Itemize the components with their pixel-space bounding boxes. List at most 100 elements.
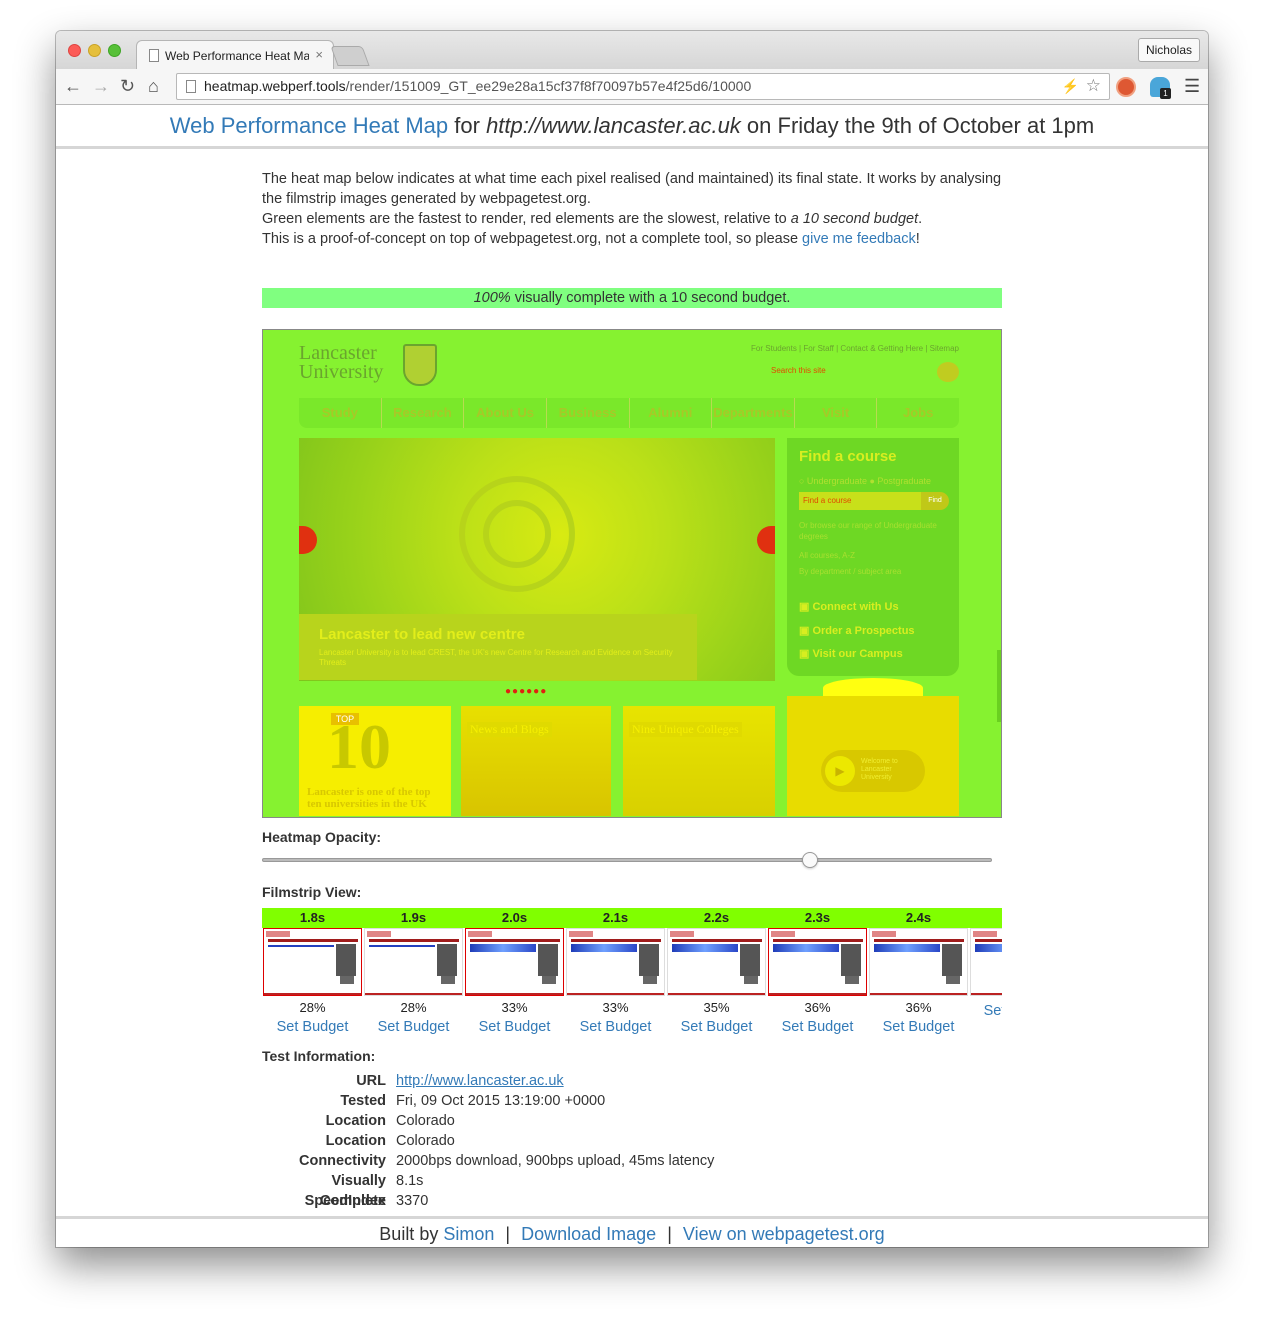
- thumb-footer-line: [567, 993, 664, 995]
- test-info-key: URL: [356, 1073, 386, 1089]
- complete-text: visually complete with a 10 second budge…: [510, 290, 791, 306]
- hm-colleges-label: Nine Unique Colleges: [629, 722, 742, 737]
- frame-complete-pct: 33%: [501, 1000, 528, 1015]
- set-budget-link[interactable]: Set Budget: [363, 1017, 464, 1037]
- intro-line-1: The heat map below indicates at what tim…: [262, 171, 1002, 207]
- hm-course-title: Find a course: [799, 448, 897, 465]
- frame-thumbnail: [667, 928, 766, 996]
- filmstrip: 1.8s 28% Set Budget 1.9s 28% Set Budget 2.0s 33…: [262, 908, 1002, 1038]
- page-icon: [149, 49, 159, 62]
- hm-nav-item: Visit: [795, 398, 878, 428]
- thumb-logo: [771, 931, 795, 937]
- thumb-logo: [569, 931, 593, 937]
- hm-nav-item: Business: [547, 398, 630, 428]
- thumb-nav-bar: [874, 939, 964, 942]
- test-info-row: SpeedIndex 3370: [262, 1191, 1002, 1211]
- hm-nav-item: Jobs: [903, 405, 934, 420]
- simon-link[interactable]: Simon: [443, 1224, 494, 1244]
- thumb-hero: [369, 945, 435, 947]
- thumb-nav-bar: [268, 939, 358, 942]
- new-tab-button[interactable]: [330, 46, 370, 66]
- hm-connect-text: Connect with Us: [812, 601, 899, 613]
- frame-time: 1.9s: [363, 908, 464, 928]
- filmstrip-frame: 2.1s 33% Set Budget: [565, 908, 666, 1038]
- frame-thumbnail: [465, 928, 564, 996]
- thumb-sidebar: [841, 944, 861, 976]
- thumb-sidebar: [437, 944, 457, 976]
- zoom-window-button[interactable]: [108, 44, 121, 57]
- back-icon[interactable]: ←: [64, 76, 82, 96]
- hm-connect-link: ▣ Connect with Us: [799, 601, 899, 613]
- hm-nav-item: Study: [299, 398, 382, 428]
- set-budget-link[interactable]: Set Budget: [969, 1001, 1002, 1021]
- thumb-hero: [571, 944, 637, 952]
- tab-title: Web Performance Heat Map: [165, 49, 309, 63]
- hm-caption-body: Lancaster University is to lead CREST, t…: [319, 648, 673, 667]
- opacity-slider-track[interactable]: [262, 858, 992, 862]
- profile-button[interactable]: Nicholas: [1137, 38, 1200, 62]
- url-host: heatmap.webperf.tools: [204, 78, 346, 94]
- set-budget-link[interactable]: Set Budget: [262, 1017, 363, 1037]
- hm-prospectus-text: Order a Prospectus: [812, 625, 915, 637]
- set-budget-link[interactable]: Set Budget: [565, 1017, 666, 1037]
- budget-emphasis: a 10 second budget: [790, 211, 919, 227]
- hm-caption-title: Lancaster to lead new centre: [319, 626, 525, 643]
- hm-nav: Study Research About Us Business Alumni …: [299, 398, 959, 428]
- hm-yellow-region: [823, 678, 923, 698]
- close-window-button[interactable]: [68, 44, 81, 57]
- minimize-window-button[interactable]: [88, 44, 101, 57]
- site-url: http://www.lancaster.ac.uk: [486, 113, 741, 138]
- for-text: for: [448, 113, 487, 138]
- tested-url-link[interactable]: http://www.lancaster.ac.uk: [396, 1071, 564, 1091]
- complete-pct: 100%: [473, 290, 511, 306]
- opacity-label: Heatmap Opacity:: [262, 829, 382, 845]
- address-bar[interactable]: heatmap.webperf.tools/render/151009_GT_e…: [176, 73, 1110, 100]
- hm-campus-link: ▣ Visit our Campus: [799, 648, 903, 660]
- view-webpagetest-link[interactable]: View on webpagetest.org: [683, 1224, 885, 1244]
- thumb-footer-line: [870, 993, 967, 995]
- filmstrip-frame: 1.9s 28% Set Budget: [363, 908, 464, 1038]
- feedback-link[interactable]: give me feedback: [802, 231, 916, 247]
- date-text: on Friday the 9th of October at 1pm: [740, 113, 1095, 138]
- title-link[interactable]: Web Performance Heat Map: [170, 113, 448, 138]
- home-icon[interactable]: ⌂: [148, 76, 159, 96]
- set-budget-link[interactable]: Set Budget: [666, 1017, 767, 1037]
- hm-news-label: News and Blogs: [467, 722, 552, 737]
- reload-icon[interactable]: ↻: [120, 76, 135, 96]
- thumb-sidebar: [538, 944, 558, 976]
- test-info-value: 3370: [396, 1193, 429, 1209]
- browser-tab[interactable]: Web Performance Heat Map ×: [136, 40, 334, 70]
- set-budget-link[interactable]: Set Budget: [868, 1017, 969, 1037]
- frame-thumbnail: [768, 928, 867, 996]
- close-tab-icon[interactable]: ×: [315, 47, 323, 62]
- star-icon[interactable]: ☆: [1086, 73, 1101, 98]
- filmstrip-frame: 2.4s 36% Set Budget: [868, 908, 969, 1038]
- opacity-slider-thumb[interactable]: [802, 852, 818, 868]
- hm-course-radio: ○ Undergraduate ● Postgraduate: [799, 476, 931, 486]
- thumb-footer-line: [264, 993, 361, 995]
- forward-icon[interactable]: →: [92, 76, 110, 96]
- frame-time: [969, 908, 1002, 928]
- url-text[interactable]: heatmap.webperf.tools/render/151009_GT_e…: [204, 74, 751, 99]
- visually-complete-bar: 100% visually complete with a 10 second …: [262, 288, 1002, 308]
- hm-nav-item: About Us: [464, 398, 547, 428]
- test-info-value: Colorado: [396, 1113, 455, 1129]
- test-info-value: 8.1s: [396, 1173, 424, 1189]
- hm-course-input: Find a course: [799, 492, 921, 510]
- thumb-footer-line: [971, 993, 1002, 995]
- download-image-link[interactable]: Download Image: [521, 1224, 656, 1244]
- thumb-logo: [468, 931, 492, 937]
- frame-complete-pct: 36%: [905, 1000, 932, 1015]
- lightning-icon[interactable]: ⚡: [1062, 74, 1079, 99]
- intro-line-2-b: .: [918, 211, 923, 227]
- set-budget-link[interactable]: Set Budget: [767, 1017, 868, 1037]
- duckduckgo-icon[interactable]: [1116, 77, 1136, 97]
- set-budget-link[interactable]: Set Budget: [464, 1017, 565, 1037]
- title-bar: Web Performance Heat Map × Nicholas: [56, 31, 1208, 70]
- filmstrip-frame: 2.2s 35% Set Budget: [666, 908, 767, 1038]
- hm-top-badge: TOP: [331, 713, 359, 725]
- frame-thumbnail: [869, 928, 968, 996]
- menu-icon[interactable]: ☰: [1184, 77, 1200, 95]
- hm-search-icon: [937, 362, 959, 382]
- hm-course-find: Find: [921, 492, 949, 510]
